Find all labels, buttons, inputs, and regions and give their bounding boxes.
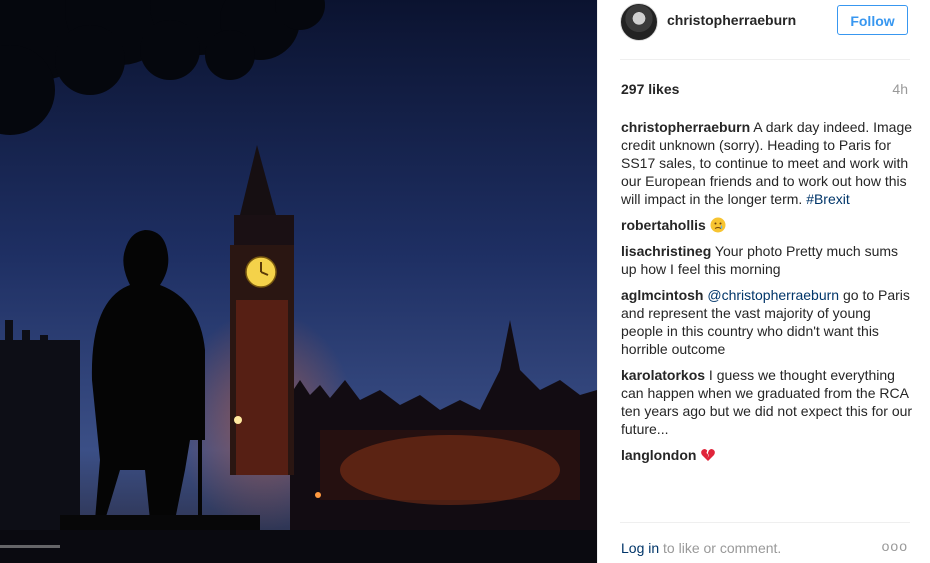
header-divider [620,59,910,60]
post-photo[interactable] [0,0,597,563]
comment-username[interactable]: lisachristineg [621,243,711,259]
list-item: karolatorkos I guess we thought everythi… [621,366,913,438]
caption: christopherraeburn A dark day indeed. Im… [621,118,913,208]
comment-username[interactable]: aglmcintosh [621,287,703,303]
caption-username[interactable]: christopherraeburn [621,119,750,135]
mention-link[interactable]: @christopherraeburn [707,287,839,303]
login-link[interactable]: Log in [621,540,659,556]
crying-face-icon [710,217,726,233]
post-time[interactable]: 4h [892,81,908,97]
list-item: langlondon [621,446,913,464]
comments-list: christopherraeburn A dark day indeed. Im… [621,118,913,472]
list-item: aglmcintosh @christopherraeburn go to Pa… [621,286,913,358]
follow-button[interactable]: Follow [837,5,908,35]
comment-username[interactable]: robertahollis [621,217,706,233]
instagram-post: christopherraeburn Follow 297 likes 4h c… [0,0,930,563]
login-prompt-text: to like or comment. [659,540,782,556]
list-item: robertahollis [621,216,913,234]
photo-westminster-dusk [0,0,597,563]
list-item: lisachristineg Your photo Pretty much su… [621,242,913,278]
comment-username[interactable]: langlondon [621,447,696,463]
hashtag-link[interactable]: #Brexit [806,191,850,207]
footer-divider [620,522,910,523]
post-sidebar: christopherraeburn Follow 297 likes 4h c… [597,0,930,563]
likes-count[interactable]: 297 likes [621,81,679,97]
login-prompt: Log in to like or comment. [621,540,781,556]
avatar[interactable] [620,3,658,41]
post-username[interactable]: christopherraeburn [667,12,796,28]
more-options-icon[interactable]: ooo [882,538,908,554]
broken-heart-icon [701,449,716,461]
comment-username[interactable]: karolatorkos [621,367,705,383]
